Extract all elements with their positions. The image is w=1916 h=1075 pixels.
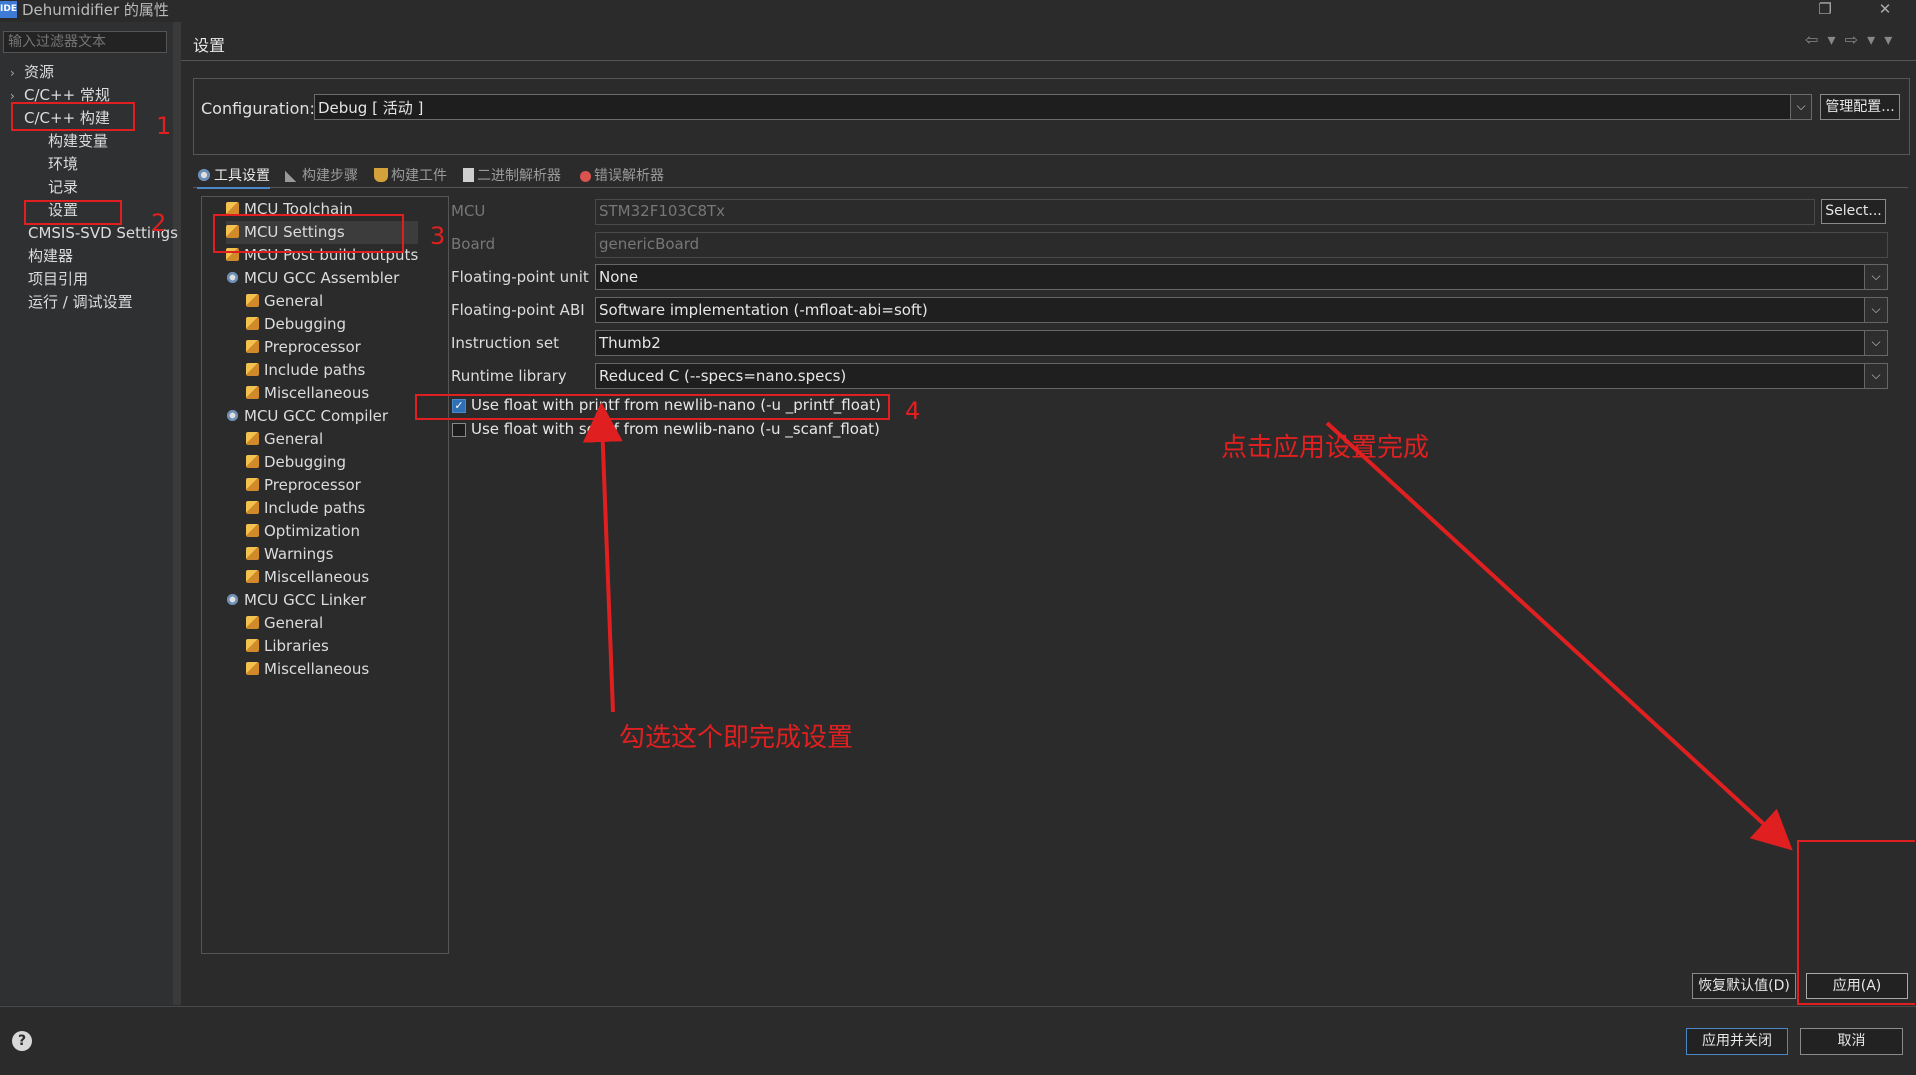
apply-and-close-button[interactable]: 应用并关闭 bbox=[1686, 1028, 1788, 1055]
annotation-arrows bbox=[582, 402, 1793, 851]
cancel-button[interactable]: 取消 bbox=[1800, 1028, 1903, 1055]
dialog-footer bbox=[0, 1006, 1916, 1075]
help-icon[interactable]: ? bbox=[12, 1031, 32, 1051]
restore-defaults-button[interactable]: 恢复默认值(D) bbox=[1692, 973, 1796, 999]
arrow-to-apply bbox=[1325, 421, 1793, 851]
arrow-to-checkbox bbox=[582, 402, 623, 713]
apply-button[interactable]: 应用(A) bbox=[1806, 973, 1908, 999]
